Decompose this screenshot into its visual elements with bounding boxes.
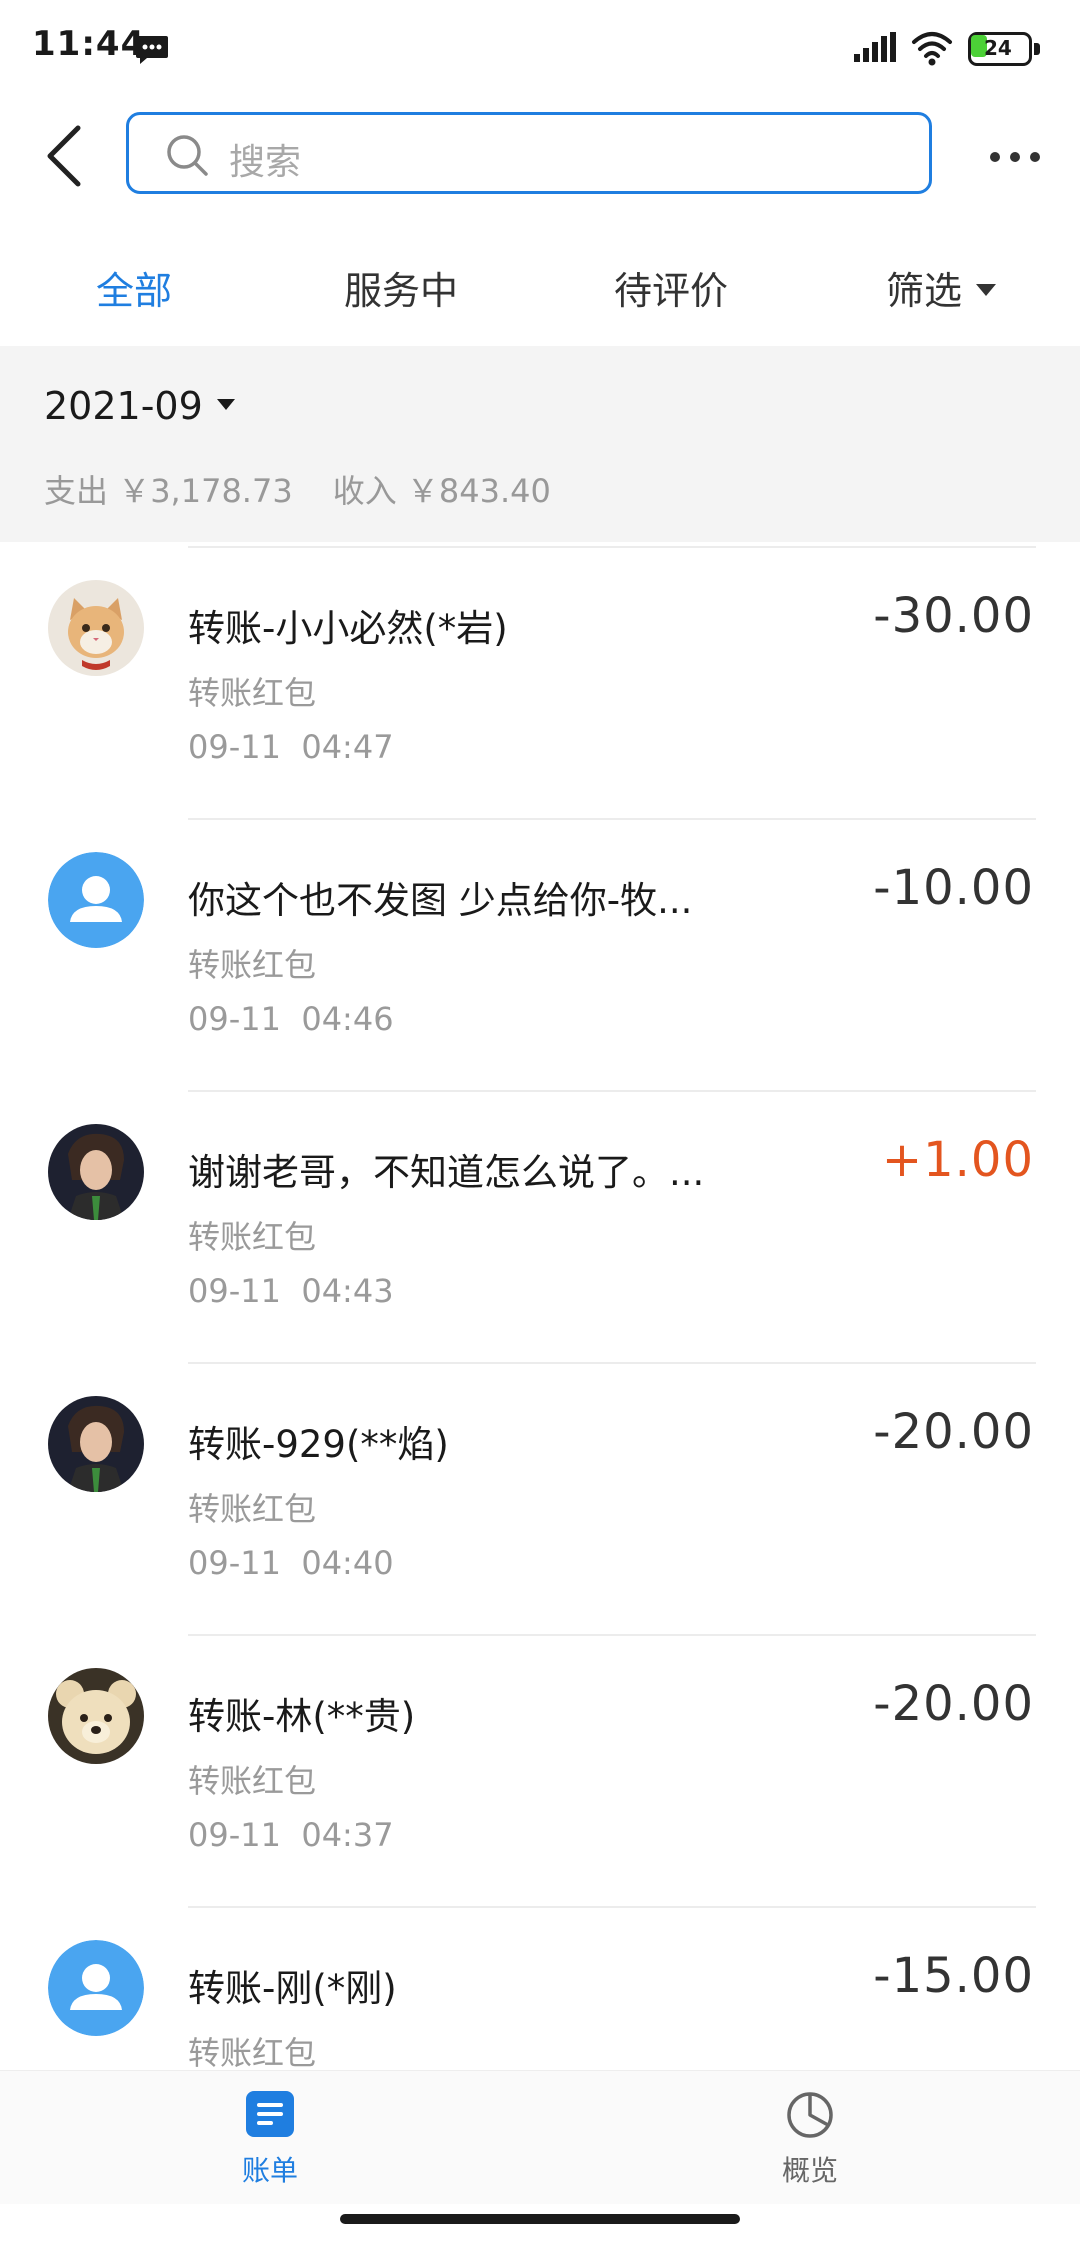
income-label: 收入: [332, 472, 397, 510]
search-icon: [167, 135, 208, 176]
tab-all[interactable]: 全部: [96, 260, 172, 315]
default-avatar: [48, 852, 144, 948]
battery-level: 24: [984, 36, 1012, 60]
filter-tabs: 全部 服务中 待评价 筛选: [0, 216, 1080, 346]
month-selector[interactable]: 2021-09: [44, 384, 235, 428]
photo-avatar: [48, 1396, 144, 1492]
divider: [188, 546, 1036, 548]
transaction-row[interactable]: 谢谢老哥，不知道怎么说了。... +1.00 转账红包 09-11 04:43: [0, 1090, 1080, 1362]
transaction-amount: -30.00: [873, 588, 1034, 644]
transaction-date: 09-11: [188, 1000, 281, 1038]
transaction-amount: -20.00: [873, 1676, 1034, 1732]
transaction-type: 转账红包: [188, 1218, 317, 1256]
nav-bill-label: 账单: [241, 2154, 298, 2187]
tab-pending-review[interactable]: 待评价: [614, 260, 728, 315]
status-time: 11:44: [32, 24, 146, 64]
transaction-type: 转账红包: [188, 674, 317, 712]
home-indicator[interactable]: [340, 2214, 740, 2224]
transaction-type: 转账红包: [188, 2034, 317, 2070]
transaction-time: 04:46: [301, 1000, 394, 1038]
transaction-time: 04:43: [301, 1272, 394, 1310]
status-bar: 11:44 24: [0, 0, 1080, 96]
transaction-row[interactable]: 转账-刚(*刚) -15.00 转账红包: [0, 1906, 1080, 2070]
teddy-bear-avatar: [48, 1668, 144, 1764]
search-input[interactable]: 搜索: [126, 112, 932, 194]
bottom-nav: 账单 概览: [0, 2070, 1080, 2204]
transaction-time: 04:37: [301, 1816, 394, 1854]
nav-overview[interactable]: 概览: [730, 2089, 890, 2199]
tab-filter[interactable]: 筛选: [886, 260, 997, 315]
transaction-type: 转账红包: [188, 946, 317, 984]
transaction-title: 谢谢老哥，不知道怎么说了。...: [188, 1151, 705, 1194]
transaction-type: 转账红包: [188, 1762, 317, 1800]
transaction-amount: -15.00: [873, 1948, 1034, 2004]
header: 搜索: [0, 96, 1080, 216]
transaction-row[interactable]: 转账-小小必然(*岩) -30.00 转账红包 09-11 04:47: [0, 546, 1080, 818]
message-icon: [136, 36, 168, 64]
search-placeholder: 搜索: [229, 142, 302, 183]
pie-chart-icon: [787, 2092, 833, 2138]
transaction-type: 转账红包: [188, 1490, 317, 1528]
transaction-date: 09-11: [188, 1816, 281, 1854]
caret-down-icon: [976, 283, 997, 296]
tab-filter-label: 筛选: [886, 269, 963, 313]
month-label: 2021-09: [44, 384, 203, 428]
bill-list-icon: [246, 2091, 294, 2137]
back-button[interactable]: [36, 120, 96, 192]
transaction-date: 09-11: [188, 1544, 281, 1582]
transaction-title: 转账-929(**焰): [188, 1423, 449, 1466]
nav-bill[interactable]: 账单: [190, 2089, 350, 2199]
transaction-row[interactable]: 转账-929(**焰) -20.00 转账红包 09-11 04:40: [0, 1362, 1080, 1634]
transaction-amount: +1.00: [881, 1132, 1034, 1188]
expense-label: 支出: [44, 472, 109, 510]
photo-avatar: [48, 1124, 144, 1220]
cat-avatar: [48, 580, 144, 676]
wifi-icon: [912, 32, 952, 66]
income-value: ￥843.40: [406, 472, 551, 510]
transaction-title: 转账-刚(*刚): [188, 1967, 397, 2010]
transaction-row[interactable]: 你这个也不发图 少点给你-牧... -10.00 转账红包 09-11 04:4…: [0, 818, 1080, 1090]
transaction-datetime: 09-11 04:43: [188, 1272, 394, 1310]
transaction-datetime: 09-11 04:40: [188, 1544, 394, 1582]
transaction-datetime: 09-11 04:47: [188, 728, 394, 766]
divider: [188, 1634, 1036, 1636]
transaction-row[interactable]: 转账-林(**贵) -20.00 转账红包 09-11 04:37: [0, 1634, 1080, 1906]
transaction-time: 04:47: [301, 728, 394, 766]
signal-icon: [854, 32, 896, 62]
tab-in-service[interactable]: 服务中: [344, 260, 458, 315]
more-options-button[interactable]: [980, 126, 1050, 186]
transaction-title: 转账-小小必然(*岩): [188, 607, 508, 650]
summary-totals: 支出 ￥3,178.73 收入 ￥843.40: [44, 466, 551, 512]
transaction-date: 09-11: [188, 728, 281, 766]
transaction-amount: -10.00: [873, 860, 1034, 916]
default-avatar: [48, 1940, 144, 2036]
battery-icon: 24: [968, 32, 1040, 66]
month-summary: 2021-09 支出 ￥3,178.73 收入 ￥843.40: [0, 346, 1080, 542]
transaction-amount: -20.00: [873, 1404, 1034, 1460]
transaction-time: 04:40: [301, 1544, 394, 1582]
bill-list-screen: 11:44 24 搜索 全部 服务中 待评价 筛选 2021-09 支出 ￥3,…: [0, 0, 1080, 2248]
expense-value: ￥3,178.73: [118, 472, 293, 510]
divider: [188, 1362, 1036, 1364]
transaction-list: 转账-小小必然(*岩) -30.00 转账红包 09-11 04:47 你这个也…: [0, 546, 1080, 2070]
transaction-datetime: 09-11 04:37: [188, 1816, 394, 1854]
divider: [188, 818, 1036, 820]
caret-down-icon: [216, 399, 235, 410]
nav-overview-label: 概览: [781, 2154, 838, 2187]
divider: [188, 1906, 1036, 1908]
transaction-date: 09-11: [188, 1272, 281, 1310]
transaction-title: 你这个也不发图 少点给你-牧...: [188, 879, 693, 922]
divider: [188, 1090, 1036, 1092]
transaction-title: 转账-林(**贵): [188, 1695, 416, 1738]
transaction-datetime: 09-11 04:46: [188, 1000, 394, 1038]
